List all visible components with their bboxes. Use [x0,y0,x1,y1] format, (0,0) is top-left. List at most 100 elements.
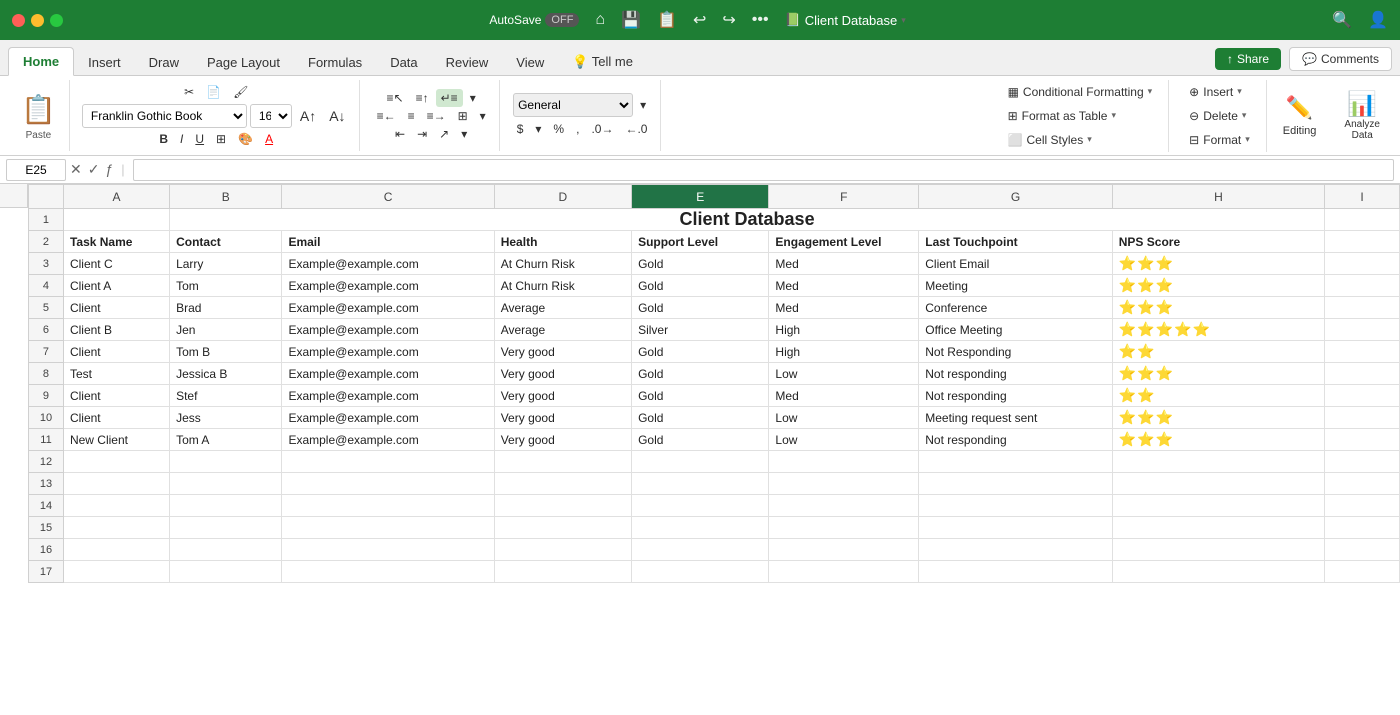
cell-a2[interactable]: Task Name [63,231,169,253]
currency-button[interactable]: $ [512,120,529,138]
cell-a1[interactable] [63,209,169,231]
cell-c8[interactable]: Example@example.com [282,363,494,385]
cell-a6[interactable]: Client B [63,319,169,341]
cell-b2[interactable]: Contact [170,231,282,253]
cell-b10[interactable]: Jess [170,407,282,429]
align-left-button[interactable]: ≡← [372,107,401,125]
cell-c6[interactable]: Example@example.com [282,319,494,341]
cell-d5[interactable]: Average [494,297,631,319]
cut-button[interactable]: ✂ [179,83,199,101]
cell-b7[interactable]: Tom B [170,341,282,363]
cell-d2[interactable]: Health [494,231,631,253]
cell-b9[interactable]: Stef [170,385,282,407]
col-header-e[interactable]: E [632,185,769,209]
col-header-b[interactable]: B [170,185,282,209]
cell-g6[interactable]: Office Meeting [919,319,1113,341]
conditional-formatting-button[interactable]: ▦ Conditional Formatting ▾ [1000,82,1161,102]
number-format-selector[interactable]: General [513,93,633,117]
cell-c5[interactable]: Example@example.com [282,297,494,319]
align-top-left-button[interactable]: ≡↖ [382,89,409,107]
cell-d9[interactable]: Very good [494,385,631,407]
cell-e5[interactable]: Gold [632,297,769,319]
cell-c10[interactable]: Example@example.com [282,407,494,429]
redo-icon[interactable]: ↪ [722,10,735,30]
cell-i3[interactable] [1325,253,1400,275]
paste-button[interactable]: 📋 [16,91,61,128]
number-format-dropdown[interactable]: ▾ [635,96,651,114]
cell-g2[interactable]: Last Touchpoint [919,231,1113,253]
border-button[interactable]: ⊞ [211,130,231,148]
cell-i5[interactable] [1325,297,1400,319]
cell-i8[interactable] [1325,363,1400,385]
cell-h6[interactable]: ⭐⭐⭐⭐⭐ [1112,319,1324,341]
tab-review[interactable]: Review [432,49,503,76]
cell-c3[interactable]: Example@example.com [282,253,494,275]
formula-input[interactable] [133,159,1394,181]
cell-d7[interactable]: Very good [494,341,631,363]
cell-reference-input[interactable] [6,159,66,181]
cell-a7[interactable]: Client [63,341,169,363]
format-as-table-button[interactable]: ⊞ Format as Table ▾ [1000,106,1124,126]
cell-b11[interactable]: Tom A [170,429,282,451]
col-header-c[interactable]: C [282,185,494,209]
currency-dropdown[interactable]: ▾ [530,120,546,138]
percent-button[interactable]: % [548,120,569,138]
tab-view[interactable]: View [502,49,558,76]
cell-i9[interactable] [1325,385,1400,407]
cell-g4[interactable]: Meeting [919,275,1113,297]
comments-button[interactable]: 💬 Comments [1289,47,1392,71]
cell-a3[interactable]: Client C [63,253,169,275]
underline-button[interactable]: U [190,130,209,148]
cell-a5[interactable]: Client [63,297,169,319]
undo-icon[interactable]: ↩ [693,10,706,30]
cell-g5[interactable]: Conference [919,297,1113,319]
italic-button[interactable]: I [175,130,188,148]
indent-increase-button[interactable]: ⇥ [412,125,432,143]
decrease-decimal-button[interactable]: .0→ [586,120,618,138]
home-icon[interactable]: ⌂ [595,11,605,29]
col-header-i[interactable]: I [1325,185,1400,209]
delete-button[interactable]: ⊖ Delete ▾ [1181,106,1254,126]
cell-d10[interactable]: Very good [494,407,631,429]
col-header-a[interactable]: A [63,185,169,209]
cell-h5[interactable]: ⭐⭐⭐ [1112,297,1324,319]
cell-g9[interactable]: Not responding [919,385,1113,407]
format-painter-button[interactable]: 🖌 [228,83,253,101]
col-header-f[interactable]: F [769,185,919,209]
cell-c7[interactable]: Example@example.com [282,341,494,363]
insert-function-icon[interactable]: ƒ [105,161,113,178]
cell-a11[interactable]: New Client [63,429,169,451]
cell-e3[interactable]: Gold [632,253,769,275]
cell-i1[interactable] [1325,209,1400,231]
cell-f6[interactable]: High [769,319,919,341]
orientation-button[interactable]: ↗ [434,125,454,143]
align-center-button[interactable]: ≡ [403,107,420,125]
cell-styles-button[interactable]: ⬜ Cell Styles ▾ [1000,130,1100,150]
cell-i6[interactable] [1325,319,1400,341]
cell-i7[interactable] [1325,341,1400,363]
analyze-group[interactable]: 📊 AnalyzeData [1332,90,1392,141]
cell-d4[interactable]: At Churn Risk [494,275,631,297]
cell-e6[interactable]: Silver [632,319,769,341]
cell-h10[interactable]: ⭐⭐⭐ [1112,407,1324,429]
fill-color-button[interactable]: 🎨 [233,130,258,148]
cell-a9[interactable]: Client [63,385,169,407]
format-button[interactable]: ⊟ Format ▾ [1181,130,1258,150]
cell-c4[interactable]: Example@example.com [282,275,494,297]
cell-a8[interactable]: Test [63,363,169,385]
close-button[interactable] [12,14,25,27]
cell-e7[interactable]: Gold [632,341,769,363]
cell-c9[interactable]: Example@example.com [282,385,494,407]
cell-b4[interactable]: Tom [170,275,282,297]
merge-button[interactable]: ⊞ [453,107,473,125]
tab-formulas[interactable]: Formulas [294,49,376,76]
cell-g10[interactable]: Meeting request sent [919,407,1113,429]
grow-font-button[interactable]: A↑ [295,106,321,126]
cell-i4[interactable] [1325,275,1400,297]
col-header-h[interactable]: H [1112,185,1324,209]
cell-g8[interactable]: Not responding [919,363,1113,385]
cell-b3[interactable]: Larry [170,253,282,275]
font-size-selector[interactable]: 16 [250,104,292,128]
cell-f5[interactable]: Med [769,297,919,319]
tab-insert[interactable]: Insert [74,49,135,76]
